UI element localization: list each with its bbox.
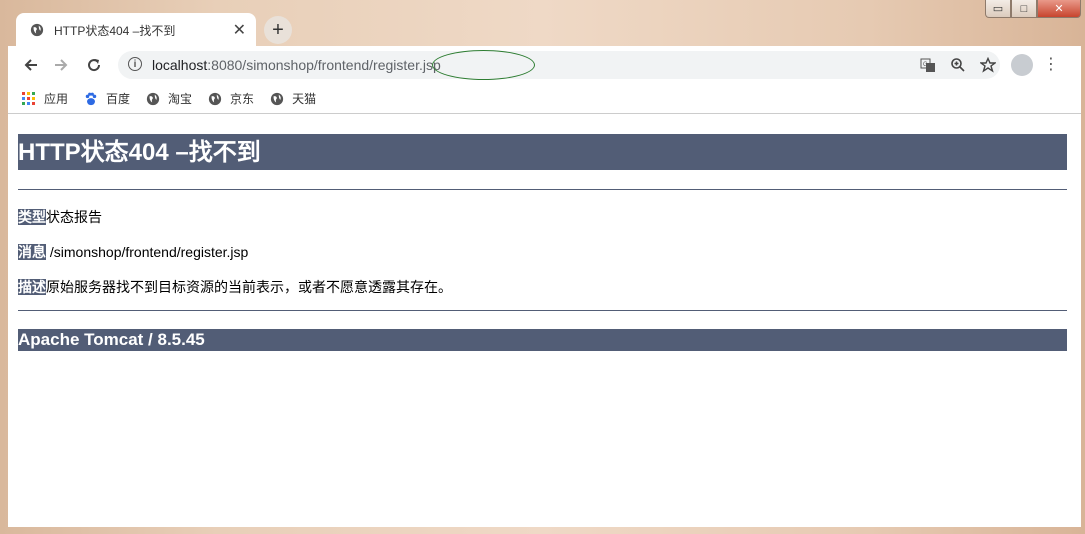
type-label: 类型 (18, 209, 46, 225)
bookmark-label: 淘宝 (168, 92, 193, 106)
profile-avatar[interactable] (1011, 54, 1033, 76)
translate-icon[interactable]: G (920, 57, 936, 73)
bookmark-taobao[interactable]: 淘宝 (146, 90, 192, 107)
type-line: 类型状态报告 (18, 207, 102, 227)
annotation-circle (432, 50, 535, 80)
url-path: :8080/simonshop/frontend/register.jsp (207, 57, 441, 73)
browser-window: ▭ □ ✕ HTTP状态404 –找不到 ✕ + i localhost:808… (8, 0, 1081, 527)
baidu-paw-icon (85, 92, 97, 105)
address-bar[interactable]: i localhost:8080/simonshop/frontend/regi… (118, 50, 1000, 80)
globe-icon (30, 23, 44, 37)
globe-icon (208, 92, 222, 105)
url-host: localhost (152, 57, 208, 73)
error-heading: HTTP状态404 –找不到 (18, 134, 1067, 170)
svg-text:G: G (923, 62, 928, 68)
bookmark-apps[interactable]: 应用 (22, 90, 68, 107)
reload-icon (88, 59, 101, 72)
message-value: /simonshop/frontend/register.jsp (46, 244, 249, 260)
bookmark-tmall[interactable]: 天猫 (270, 90, 316, 107)
toolbar: i localhost:8080/simonshop/frontend/regi… (8, 46, 1081, 84)
message-line: 消息 /simonshop/frontend/register.jsp (18, 242, 248, 262)
description-value: 原始服务器找不到目标资源的当前表示，或者不愿意透露其存在。 (46, 279, 452, 295)
bookmarks-bar: 应用 百度 淘宝 京东 天猫 (8, 84, 1081, 114)
divider (18, 189, 1067, 190)
bookmark-jd[interactable]: 京东 (208, 90, 254, 107)
apps-icon (22, 92, 35, 105)
bookmark-label: 天猫 (292, 92, 317, 106)
menu-icon[interactable]: ⋮ (1043, 54, 1059, 74)
new-tab-button[interactable]: + (264, 16, 292, 44)
close-tab-icon[interactable]: ✕ (233, 20, 246, 40)
tab-title: HTTP状态404 –找不到 (54, 23, 176, 38)
message-label: 消息 (18, 244, 46, 260)
page-content: HTTP状态404 –找不到 类型状态报告 消息 /simonshop/fron… (8, 114, 1081, 527)
server-footer: Apache Tomcat / 8.5.45 (18, 329, 1067, 351)
bookmark-label: 百度 (106, 92, 131, 106)
forward-arrow-icon (55, 59, 68, 71)
bookmark-label: 京东 (230, 92, 255, 106)
url-text[interactable]: localhost:8080/simonshop/frontend/regist… (152, 50, 535, 80)
reload-button[interactable] (83, 54, 105, 76)
type-value: 状态报告 (46, 209, 102, 225)
bookmark-label: 应用 (44, 92, 69, 106)
description-label: 描述 (18, 279, 46, 295)
description-line: 描述原始服务器找不到目标资源的当前表示，或者不愿意透露其存在。 (18, 277, 452, 297)
divider (18, 310, 1067, 311)
globe-icon (270, 92, 284, 105)
globe-icon (146, 92, 160, 105)
site-info-icon[interactable]: i (128, 57, 142, 71)
zoom-icon[interactable] (950, 57, 966, 73)
bookmark-star-icon[interactable] (980, 57, 996, 73)
browser-tab[interactable]: HTTP状态404 –找不到 ✕ (16, 13, 256, 47)
back-arrow-icon (24, 59, 37, 71)
forward-button[interactable] (50, 54, 72, 76)
bookmark-baidu[interactable]: 百度 (84, 90, 130, 107)
tab-strip: HTTP状态404 –找不到 ✕ + (8, 0, 1081, 47)
back-button[interactable] (20, 54, 42, 76)
